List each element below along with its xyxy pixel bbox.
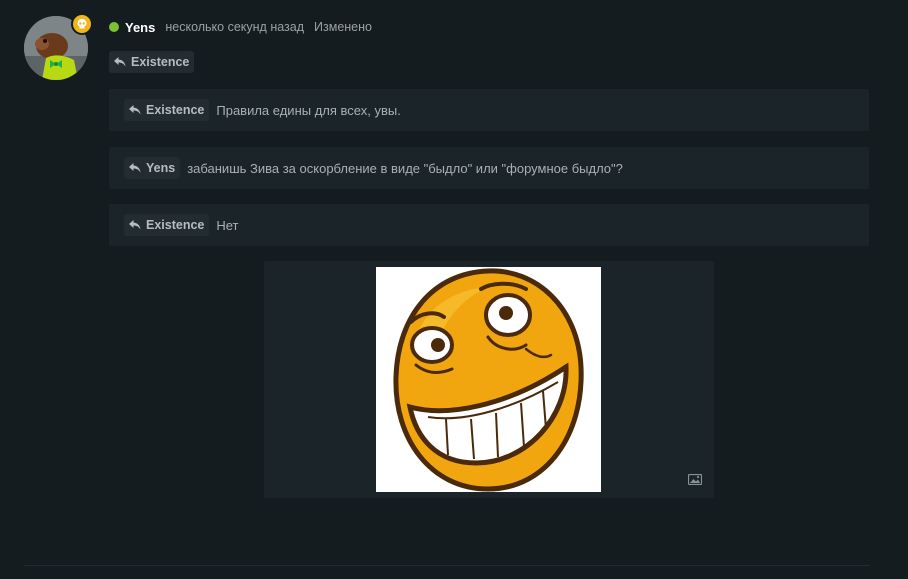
quote-author-chip[interactable]: Existence bbox=[124, 214, 210, 236]
reply-to-chip[interactable]: Existence bbox=[109, 51, 195, 73]
quote-author: Yens bbox=[146, 161, 176, 175]
image-icon[interactable] bbox=[688, 474, 702, 485]
post-author[interactable]: Yens bbox=[125, 20, 155, 35]
quote-block: Existence Правила едины для всех, увы. bbox=[109, 89, 869, 131]
forum-post: Yens несколько секунд назад Изменено Exi… bbox=[0, 0, 908, 579]
quote-author-chip[interactable]: Existence bbox=[124, 99, 210, 121]
quote-author: Existence bbox=[146, 103, 205, 117]
avatar-wrap[interactable] bbox=[24, 13, 93, 80]
post-timestamp[interactable]: несколько секунд назад bbox=[165, 20, 304, 34]
attached-image[interactable] bbox=[376, 267, 601, 492]
post-header: Yens несколько секунд назад Изменено bbox=[109, 18, 372, 36]
reply-arrow-icon bbox=[129, 220, 141, 230]
post-divider bbox=[24, 565, 870, 566]
online-status-indicator bbox=[109, 22, 119, 32]
quote-text: забанишь Зива за оскорбление в виде "быд… bbox=[187, 160, 623, 176]
quote-text: Правила едины для всех, увы. bbox=[216, 102, 401, 118]
reply-to-author: Existence bbox=[131, 55, 190, 69]
reply-arrow-icon bbox=[129, 163, 141, 173]
quote-author-chip[interactable]: Yens bbox=[124, 157, 181, 179]
quote-text: Нет bbox=[216, 217, 239, 233]
reply-arrow-icon bbox=[114, 57, 126, 67]
reply-arrow-icon bbox=[129, 105, 141, 115]
quote-block: Existence Нет bbox=[109, 204, 869, 246]
quote-block: Yens забанишь Зива за оскорбление в виде… bbox=[109, 147, 869, 189]
image-attachment[interactable] bbox=[264, 261, 714, 498]
edited-label[interactable]: Изменено bbox=[314, 20, 372, 34]
skull-icon bbox=[71, 13, 93, 35]
quote-author: Existence bbox=[146, 218, 205, 232]
